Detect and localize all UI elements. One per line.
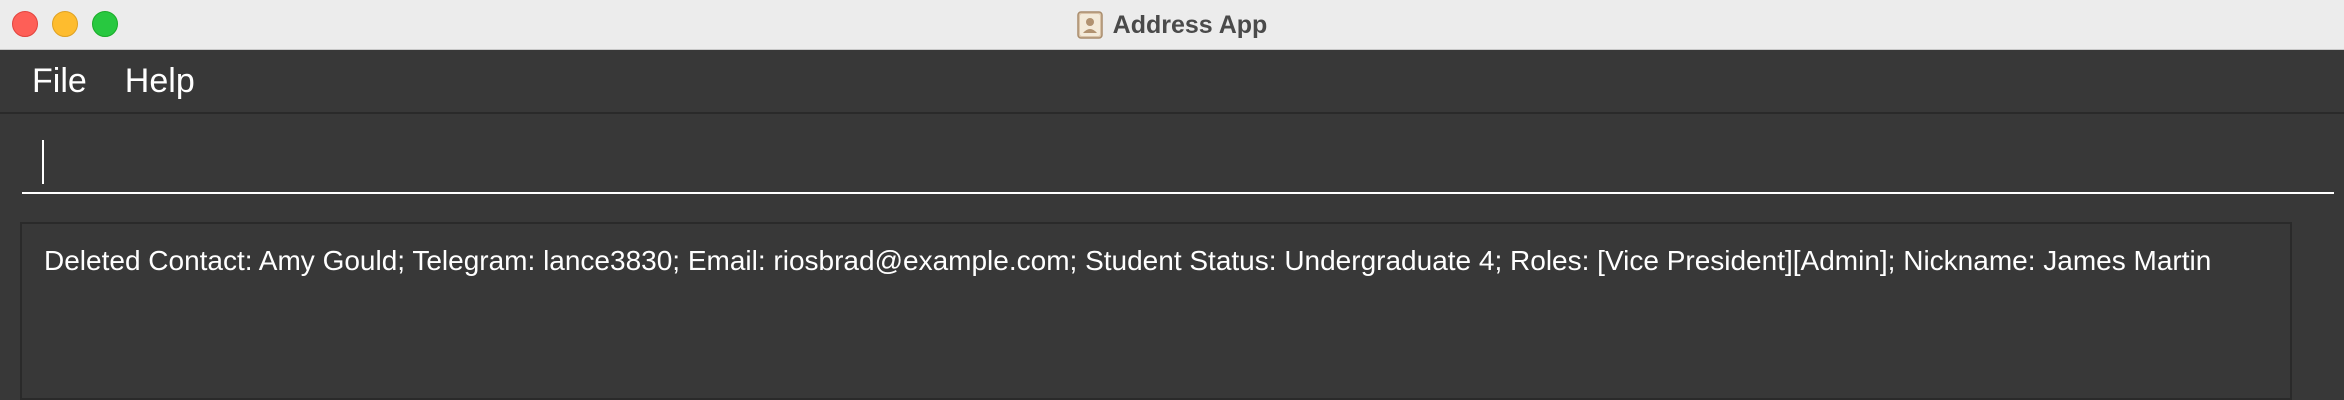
text-caret: [42, 140, 44, 184]
result-message: Deleted Contact: Amy Gould; Telegram: la…: [44, 245, 2212, 276]
address-book-icon: [1076, 11, 1103, 39]
window-title-group: Address App: [0, 0, 2344, 50]
window-title: Address App: [1112, 10, 1268, 39]
command-input[interactable]: [22, 130, 2334, 194]
app-window: Address App File Help Deleted Contact: A…: [0, 0, 2344, 400]
command-box-panel: [0, 114, 2344, 204]
result-display-panel: Deleted Contact: Amy Gould; Telegram: la…: [0, 204, 2344, 400]
menu-bar: File Help: [0, 50, 2344, 114]
result-display[interactable]: Deleted Contact: Amy Gould; Telegram: la…: [20, 222, 2292, 400]
title-bar[interactable]: Address App: [0, 0, 2344, 50]
menu-file[interactable]: File: [32, 62, 87, 101]
menu-help[interactable]: Help: [125, 62, 195, 101]
